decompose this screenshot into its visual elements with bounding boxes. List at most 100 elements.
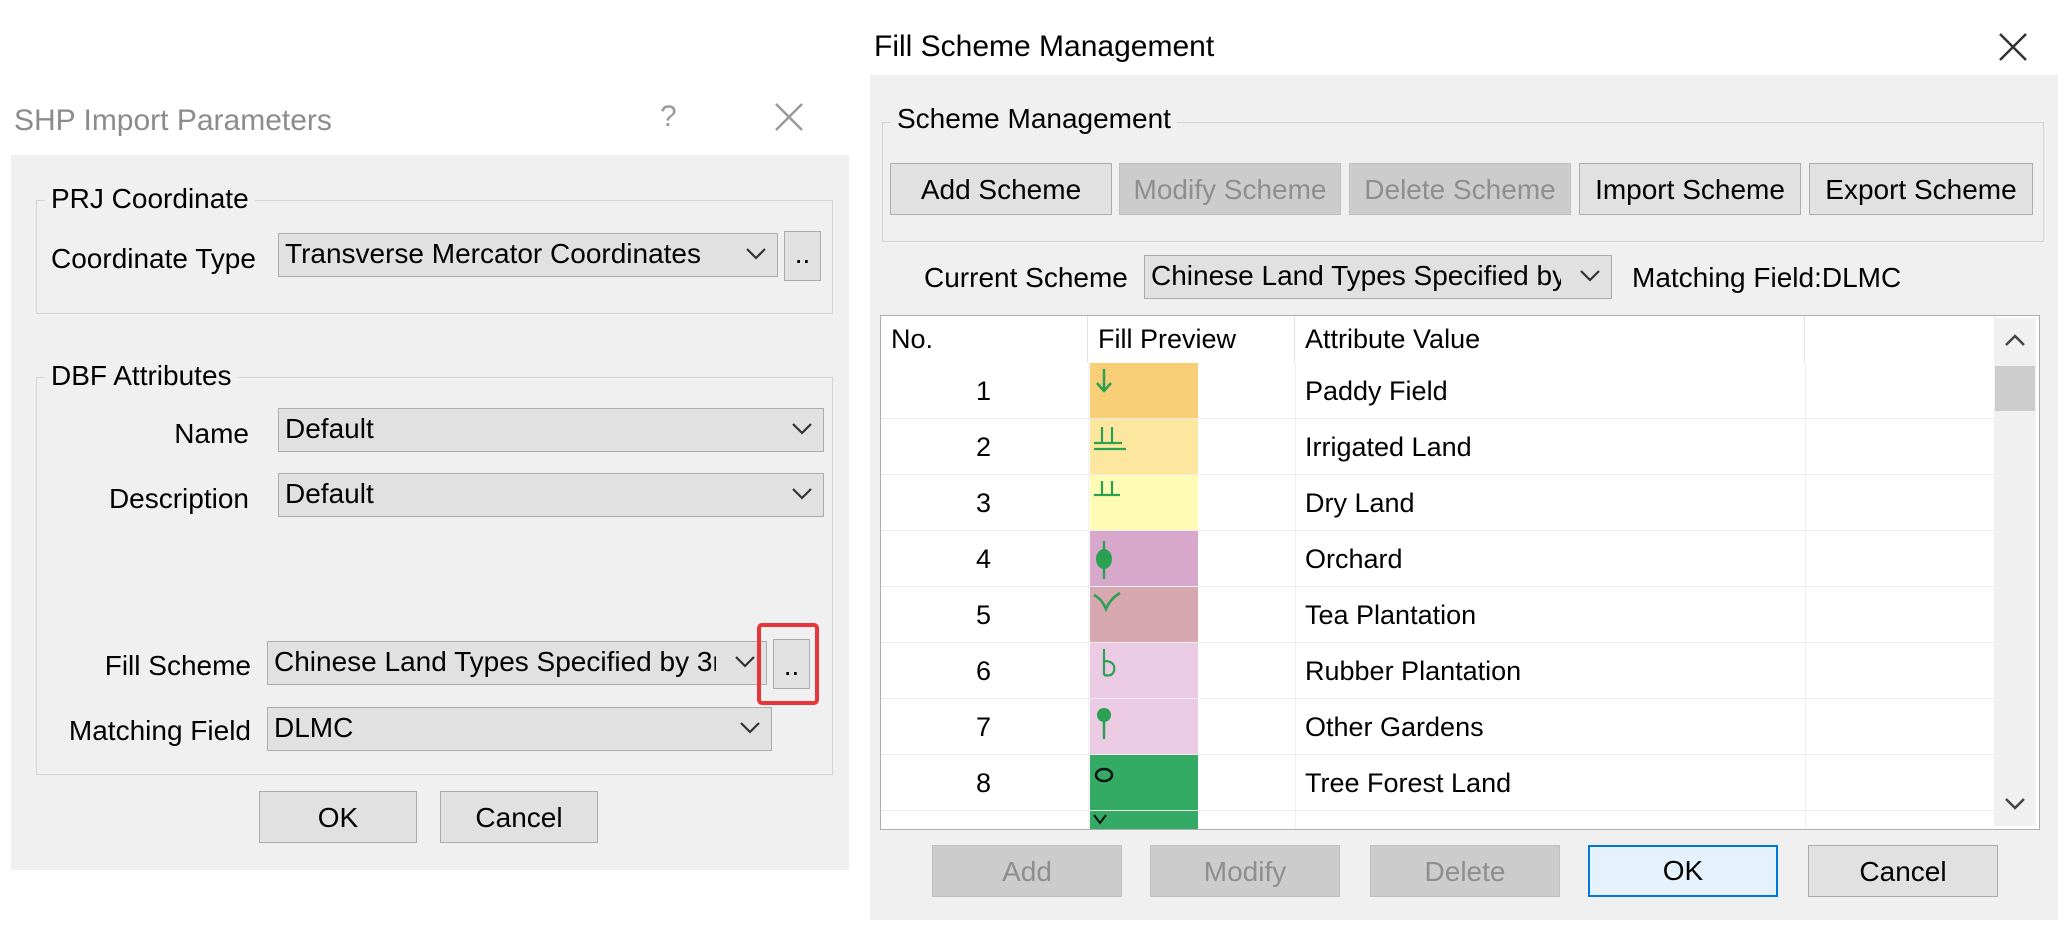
coordinate-type-value: Transverse Mercator Coordinates: [285, 238, 702, 269]
tree-forest-symbol-icon: [1094, 767, 1114, 783]
left-dialog-title: SHP Import Parameters: [14, 104, 332, 137]
prj-coordinate-group: PRJ Coordinate Coordinate Type Transvers…: [36, 183, 833, 314]
table-row[interactable]: 2 Irrigated Land: [881, 419, 2006, 475]
coordinate-browse-button[interactable]: ..: [784, 231, 821, 281]
right-dialog-title: Fill Scheme Management: [874, 30, 1215, 63]
description-value: Default: [285, 478, 374, 509]
column-header-fill-preview[interactable]: Fill Preview: [1088, 316, 1295, 363]
row-number: 4: [975, 544, 992, 574]
table-row[interactable]: 8 Tree Forest Land: [881, 755, 2006, 811]
prj-coordinate-group-title: PRJ Coordinate: [45, 183, 255, 215]
dbf-attributes-group-title: DBF Attributes: [45, 360, 238, 392]
table-row[interactable]: [881, 811, 2006, 829]
fill-preview-swatch: [1090, 419, 1198, 474]
column-header-empty: [1805, 316, 1995, 363]
import-scheme-button[interactable]: Import Scheme: [1579, 163, 1801, 215]
fill-scheme-table[interactable]: No. Fill Preview Attribute Value 1 Paddy …: [880, 315, 2040, 830]
fill-preview-swatch: [1090, 475, 1198, 530]
matching-field-display: Matching Field:DLMC: [1632, 262, 1902, 293]
dry-land-symbol-icon: [1094, 481, 1120, 497]
matching-field-value: DLMC: [274, 712, 354, 743]
fill-preview-swatch: [1090, 587, 1198, 642]
chevron-down-icon: [735, 656, 755, 668]
attribute-value: Tea Plantation: [1305, 600, 1477, 630]
matching-field-label: Matching Field: [68, 715, 251, 746]
chevron-down-icon: [792, 423, 812, 435]
row-number: 7: [975, 712, 992, 742]
fill-preview-swatch: [1090, 811, 1198, 829]
attribute-value: Dry Land: [1305, 488, 1415, 518]
matching-field-select[interactable]: DLMC: [267, 707, 772, 751]
chevron-down-icon: [1580, 270, 1600, 282]
highlight-box: [757, 623, 819, 705]
export-scheme-button[interactable]: Export Scheme: [1809, 163, 2033, 215]
add-scheme-button[interactable]: Add Scheme: [890, 163, 1112, 215]
modify-scheme-button[interactable]: Modify Scheme: [1119, 163, 1341, 215]
attribute-value: Irrigated Land: [1305, 432, 1472, 462]
fill-preview-swatch: [1090, 531, 1198, 586]
chevron-up-icon[interactable]: [2003, 332, 2027, 348]
paddy-field-symbol-icon: [1096, 369, 1112, 393]
rubber-plantation-symbol-icon: [1102, 649, 1116, 677]
current-scheme-value: Chinese Land Types Specified by 3rd: [1151, 260, 1561, 291]
other-gardens-symbol-icon: [1097, 708, 1111, 739]
close-icon[interactable]: [1996, 30, 2030, 64]
delete-button[interactable]: Delete: [1370, 845, 1560, 897]
current-scheme-select[interactable]: Chinese Land Types Specified by 3rd: [1144, 255, 1612, 299]
coordinate-type-label: Coordinate Type: [51, 243, 256, 274]
attribute-value: Other Gardens: [1305, 712, 1484, 742]
chevron-down-icon[interactable]: [2003, 796, 2027, 812]
cancel-button[interactable]: Cancel: [1808, 845, 1998, 897]
fill-scheme-select[interactable]: Chinese Land Types Specified by 3rd: [267, 641, 767, 685]
scheme-management-group: Scheme Management Add Scheme Modify Sche…: [882, 103, 2044, 242]
add-button[interactable]: Add: [932, 845, 1122, 897]
shrub-forest-symbol-icon: [1093, 814, 1107, 825]
help-button[interactable]: ?: [660, 100, 677, 134]
name-select[interactable]: Default: [278, 408, 824, 452]
row-number: 3: [975, 488, 992, 518]
row-number: 1: [975, 376, 992, 406]
attribute-value: Paddy Field: [1305, 376, 1448, 406]
coordinate-type-select[interactable]: Transverse Mercator Coordinates: [278, 233, 778, 277]
ok-button[interactable]: OK: [259, 791, 417, 843]
current-scheme-label: Current Scheme: [924, 262, 1128, 293]
fill-preview-swatch: [1090, 755, 1198, 810]
attribute-value: Rubber Plantation: [1305, 656, 1522, 686]
description-select[interactable]: Default: [278, 473, 824, 517]
row-number: 6: [975, 656, 992, 686]
fill-preview-swatch: [1090, 643, 1198, 698]
table-row[interactable]: 1 Paddy Field: [881, 363, 2006, 419]
chevron-down-icon: [740, 722, 760, 734]
scrollbar-thumb[interactable]: [1995, 366, 2035, 411]
scheme-management-group-title: Scheme Management: [891, 103, 1177, 135]
irrigated-land-symbol-icon: [1094, 427, 1126, 451]
fill-scheme-value: Chinese Land Types Specified by 3rd: [274, 646, 716, 677]
name-value: Default: [285, 413, 374, 444]
close-icon[interactable]: [772, 100, 806, 134]
table-row[interactable]: 7 Other Gardens: [881, 699, 2006, 755]
column-header-no[interactable]: No.: [881, 316, 1088, 363]
tea-plantation-symbol-icon: [1093, 591, 1121, 613]
cancel-button[interactable]: Cancel: [440, 791, 598, 843]
vertical-scrollbar[interactable]: [1994, 318, 2036, 826]
row-number: 2: [975, 432, 992, 462]
ok-button[interactable]: OK: [1588, 845, 1778, 897]
attribute-value: Tree Forest Land: [1305, 768, 1512, 798]
chevron-down-icon: [792, 488, 812, 500]
description-label: Description: [108, 483, 249, 514]
row-number: 5: [975, 600, 992, 630]
table-row[interactable]: 6 Rubber Plantation: [881, 643, 2006, 699]
chevron-down-icon: [746, 248, 766, 260]
table-row[interactable]: 3 Dry Land: [881, 475, 2006, 531]
modify-button[interactable]: Modify: [1150, 845, 1340, 897]
fill-scheme-label: Fill Scheme: [104, 650, 251, 681]
column-header-attribute-value[interactable]: Attribute Value: [1295, 316, 1805, 363]
left-dialog-body: PRJ Coordinate Coordinate Type Transvers…: [11, 155, 849, 870]
attribute-value: Orchard: [1305, 544, 1403, 574]
table-row[interactable]: 4 Orchard: [881, 531, 2006, 587]
table-row[interactable]: 5 Tea Plantation: [881, 587, 2006, 643]
fill-preview-swatch: [1090, 699, 1198, 754]
row-number: 8: [975, 768, 992, 798]
delete-scheme-button[interactable]: Delete Scheme: [1349, 163, 1571, 215]
name-label: Name: [174, 418, 249, 449]
